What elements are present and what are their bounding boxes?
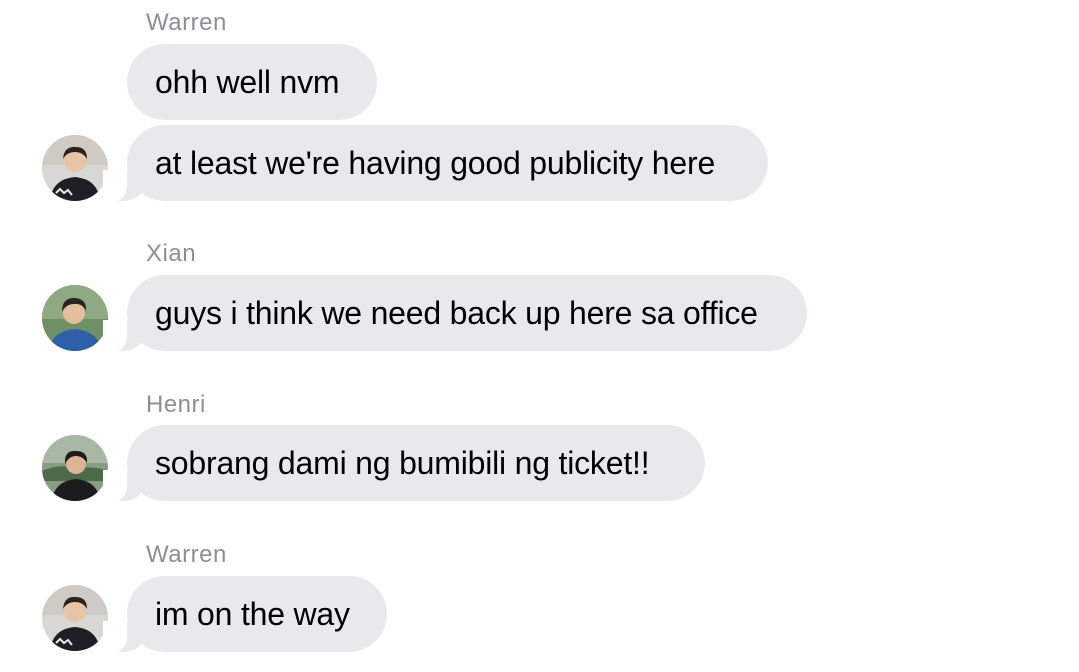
message-thread: Warren ohh well nvm at least we're havin… [0, 0, 1079, 672]
henri-avatar[interactable] [42, 435, 108, 501]
message-bubble[interactable]: guys i think we need back up here sa off… [103, 275, 807, 352]
message-bubble[interactable]: ohh well nvm [127, 44, 377, 120]
message-text: ohh well nvm [155, 63, 340, 100]
message-bubble[interactable]: im on the way [103, 576, 387, 653]
message-text: sobrang dami ng bumibili ng ticket!! [155, 444, 650, 481]
message-bubble[interactable]: sobrang dami ng bumibili ng ticket!! [103, 425, 705, 502]
sender-name-xian: Xian [146, 240, 197, 267]
sender-name-henri: Henri [146, 391, 206, 418]
sender-name-warren: Warren [146, 9, 227, 36]
warren-avatar[interactable] [42, 135, 108, 201]
sender-name-warren: Warren [146, 541, 227, 568]
xian-avatar[interactable] [42, 285, 108, 351]
warren-avatar[interactable] [42, 585, 108, 651]
message-text: guys i think we need back up here sa off… [155, 294, 758, 331]
message-text: im on the way [155, 595, 350, 632]
message-bubble[interactable]: at least we're having good publicity her… [103, 125, 768, 202]
message-text: at least we're having good publicity her… [155, 144, 716, 181]
